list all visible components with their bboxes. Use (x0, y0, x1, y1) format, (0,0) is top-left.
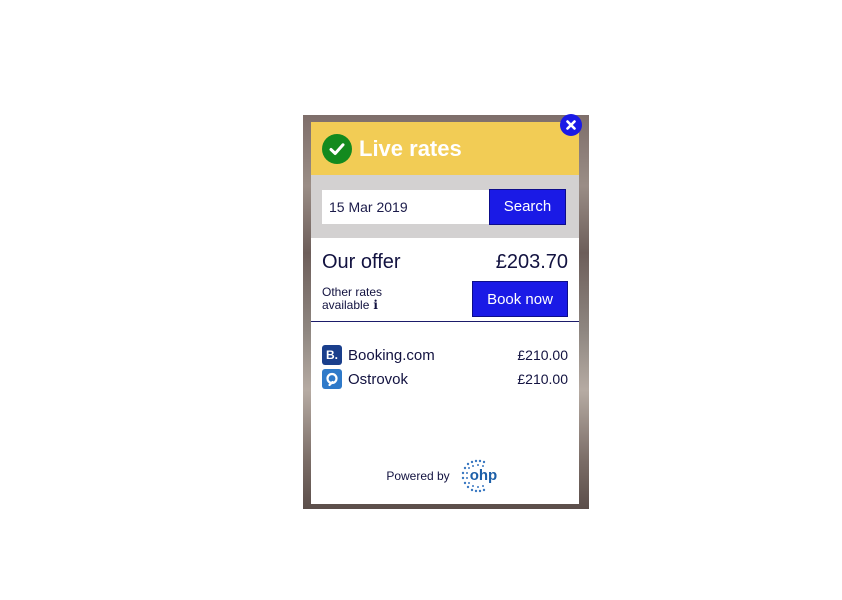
other-rates-text: Other rates available i (322, 286, 382, 312)
powered-by-label: Powered by (386, 469, 450, 483)
date-input[interactable] (322, 189, 489, 224)
close-button[interactable] (560, 114, 582, 136)
check-icon (322, 133, 352, 164)
live-rates-widget: Live rates Search Our offer £203.70 Othe… (311, 122, 579, 504)
close-icon (566, 120, 576, 130)
offer-label: Our offer (322, 251, 401, 273)
search-bar: Search (311, 175, 579, 238)
list-item[interactable]: B. Booking.com £210.00 (322, 343, 568, 367)
info-icon[interactable]: i (373, 298, 378, 312)
offer-section: Our offer £203.70 Other rates available i… (311, 238, 579, 322)
provider-name: Booking.com (348, 346, 435, 364)
widget-title: Live rates (359, 135, 462, 161)
provider-list: B. Booking.com £210.00 Ostrovok £210.00 (311, 322, 579, 391)
booking-logo-icon: B. (322, 345, 342, 365)
search-button[interactable]: Search (489, 188, 566, 225)
provider-name: Ostrovok (348, 370, 409, 388)
provider-price: £210.00 (517, 347, 568, 363)
provider-price: £210.00 (517, 371, 568, 387)
widget-header: Live rates (311, 122, 579, 175)
other-rates-line2: available (322, 298, 370, 312)
list-item[interactable]: Ostrovok £210.00 (322, 367, 568, 391)
ohp-brand-text: ohp (469, 467, 498, 484)
book-now-button[interactable]: Book now (472, 281, 568, 317)
ohp-logo-icon[interactable]: ohp (458, 458, 504, 494)
ostrovok-logo-icon (322, 369, 342, 389)
offer-price: £203.70 (495, 251, 568, 273)
powered-by: Powered by ohp (311, 458, 579, 494)
